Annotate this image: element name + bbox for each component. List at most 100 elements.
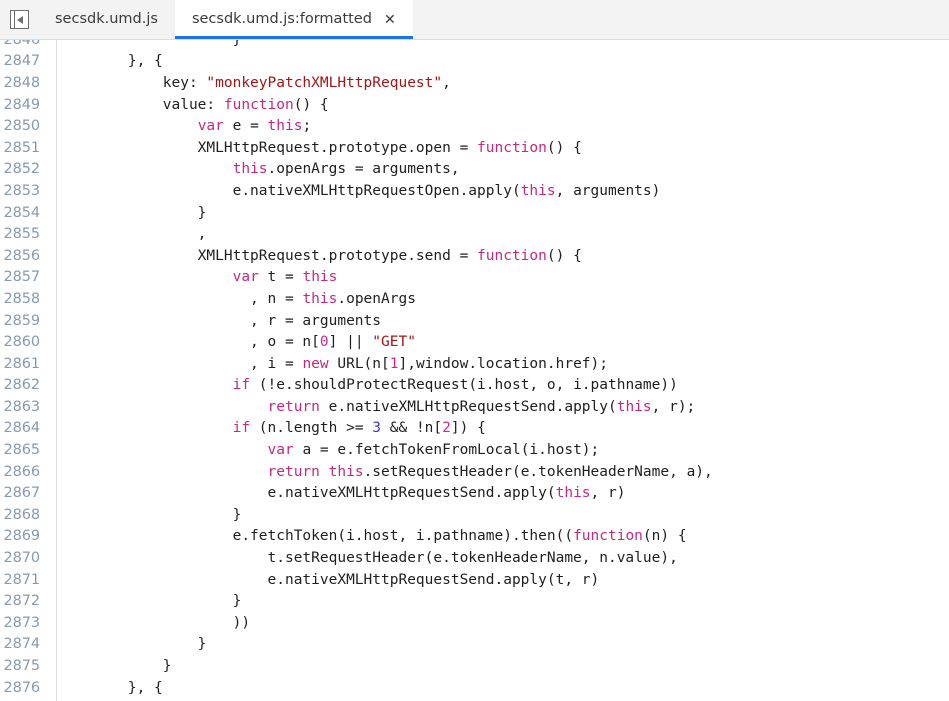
code-token: this (617, 399, 652, 415)
code-token: .openArgs (337, 291, 416, 307)
code-text[interactable]: )) (48, 615, 250, 631)
line-number: 2855 (0, 226, 48, 242)
code-text[interactable]: if (!e.shouldProtectRequest(i.host, o, i… (48, 377, 678, 393)
code-text[interactable]: var e = this; (48, 118, 311, 134)
code-text[interactable]: }, { (48, 53, 163, 69)
code-text[interactable]: this.openArgs = arguments, (48, 161, 460, 177)
code-line[interactable]: 2871 e.nativeXMLHttpRequestSend.apply(t,… (0, 569, 949, 591)
code-line[interactable]: 2848 key: "monkeyPatchXMLHttpRequest", (0, 72, 949, 94)
tab-label: secsdk.umd.js (55, 12, 158, 27)
code-token: }, { (58, 53, 163, 69)
tab-active-1[interactable]: secsdk.umd.js:formatted ✕ (175, 0, 413, 39)
line-number: 2846 (0, 40, 48, 48)
line-number: 2867 (0, 485, 48, 501)
code-token: e.nativeXMLHttpRequestSend.apply( (58, 485, 556, 501)
code-line[interactable]: 2849 value: function() { (0, 94, 949, 116)
code-text[interactable]: if (n.length >= 3 && !n[2]) { (48, 420, 486, 436)
code-line[interactable]: 2851 XMLHttpRequest.prototype.open = fun… (0, 137, 949, 159)
code-token: , r) (591, 485, 626, 501)
tab-label: secsdk.umd.js:formatted (192, 12, 372, 27)
code-token: )) (58, 615, 250, 631)
code-line[interactable]: 2855 , (0, 223, 949, 245)
code-text[interactable]: , n = this.openArgs (48, 291, 416, 307)
code-line[interactable]: 2873 )) (0, 612, 949, 634)
code-text[interactable]: , i = new URL(n[1],window.location.href)… (48, 356, 608, 372)
code-line[interactable]: 2850 var e = this; (0, 115, 949, 137)
code-text[interactable]: , o = n[0] || "GET" (48, 334, 416, 350)
line-number: 2861 (0, 356, 48, 372)
code-line[interactable]: 2869 e.fetchToken(i.host, i.pathname).th… (0, 526, 949, 548)
code-text[interactable]: return this.setRequestHeader(e.tokenHead… (48, 464, 713, 480)
code-line[interactable]: 2857 var t = this (0, 267, 949, 289)
code-line[interactable]: 2846 } (0, 40, 949, 51)
code-text[interactable]: e.nativeXMLHttpRequestOpen.apply(this, a… (48, 183, 660, 199)
code-line[interactable]: 2860 , o = n[0] || "GET" (0, 331, 949, 353)
code-line[interactable]: 2852 this.openArgs = arguments, (0, 159, 949, 181)
line-number: 2864 (0, 420, 48, 436)
code-text[interactable]: value: function() { (48, 97, 329, 113)
code-line[interactable]: 2866 return this.setRequestHeader(e.toke… (0, 461, 949, 483)
code-line[interactable]: 2853 e.nativeXMLHttpRequestOpen.apply(th… (0, 180, 949, 202)
code-editor[interactable]: 2846 }2847 }, {2848 key: "monkeyPatchXML… (0, 40, 949, 701)
code-token: value: (58, 97, 224, 113)
code-line[interactable]: 2862 if (!e.shouldProtectRequest(i.host,… (0, 375, 949, 397)
code-text[interactable]: var a = e.fetchTokenFromLocal(i.host); (48, 442, 599, 458)
code-text[interactable]: var t = this (48, 269, 337, 285)
code-text[interactable]: } (48, 593, 241, 609)
code-line[interactable]: 2870 t.setRequestHeader(e.tokenHeaderNam… (0, 547, 949, 569)
code-text[interactable]: key: "monkeyPatchXMLHttpRequest", (48, 75, 451, 91)
code-token: 3 (372, 420, 381, 436)
code-token: var (233, 269, 259, 285)
code-text[interactable]: } (48, 507, 241, 523)
code-token: , arguments) (556, 183, 661, 199)
code-scroll-area[interactable]: 2846 }2847 }, {2848 key: "monkeyPatchXML… (0, 40, 949, 701)
code-token: , (58, 226, 206, 242)
code-token: (n) { (643, 528, 687, 544)
code-line[interactable]: 2875 } (0, 655, 949, 677)
code-text[interactable]: } (48, 205, 206, 221)
code-line[interactable]: 2861 , i = new URL(n[1],window.location.… (0, 353, 949, 375)
code-line[interactable]: 2876 }, { (0, 677, 949, 699)
code-line[interactable]: 2865 var a = e.fetchTokenFromLocal(i.hos… (0, 439, 949, 461)
code-line[interactable]: 2872 } (0, 590, 949, 612)
code-text[interactable]: , r = arguments (48, 313, 381, 329)
code-text[interactable]: } (48, 636, 206, 652)
code-token: } (58, 658, 172, 674)
code-text[interactable]: , (48, 226, 206, 242)
panel-collapse-button[interactable] (0, 0, 38, 39)
code-token: function (477, 248, 547, 264)
code-text[interactable]: e.nativeXMLHttpRequestSend.apply(this, r… (48, 485, 625, 501)
code-text[interactable]: e.nativeXMLHttpRequestSend.apply(t, r) (48, 572, 599, 588)
code-line[interactable]: 2864 if (n.length >= 3 && !n[2]) { (0, 418, 949, 440)
line-number: 2871 (0, 572, 48, 588)
code-text[interactable]: t.setRequestHeader(e.tokenHeaderName, n.… (48, 550, 678, 566)
code-token: t.setRequestHeader(e.tokenHeaderName, n.… (58, 550, 678, 566)
line-number: 2856 (0, 248, 48, 264)
code-line[interactable]: 2859 , r = arguments (0, 310, 949, 332)
code-line[interactable]: 2856 XMLHttpRequest.prototype.send = fun… (0, 245, 949, 267)
code-line[interactable]: 2858 , n = this.openArgs (0, 288, 949, 310)
code-line[interactable]: 2868 } (0, 504, 949, 526)
code-line[interactable]: 2867 e.nativeXMLHttpRequestSend.apply(th… (0, 482, 949, 504)
code-line[interactable]: 2847 }, { (0, 51, 949, 73)
code-line[interactable]: 2863 return e.nativeXMLHttpRequestSend.a… (0, 396, 949, 418)
tab-close-icon[interactable]: ✕ (384, 13, 396, 27)
code-line[interactable]: 2854 } (0, 202, 949, 224)
code-token: this (233, 161, 268, 177)
code-text[interactable]: XMLHttpRequest.prototype.open = function… (48, 140, 582, 156)
code-token: this (521, 183, 556, 199)
code-text[interactable]: XMLHttpRequest.prototype.send = function… (48, 248, 582, 264)
code-text[interactable]: e.fetchToken(i.host, i.pathname).then((f… (48, 528, 687, 544)
code-token: "monkeyPatchXMLHttpRequest" (206, 75, 442, 91)
line-number: 2862 (0, 377, 48, 393)
code-text[interactable]: return e.nativeXMLHttpRequestSend.apply(… (48, 399, 695, 415)
code-token (320, 464, 329, 480)
code-text[interactable]: } (48, 658, 172, 674)
tab-inactive-0[interactable]: secsdk.umd.js (38, 0, 175, 39)
line-number: 2873 (0, 615, 48, 631)
code-text[interactable]: }, { (48, 680, 163, 696)
panel-collapse-left-icon (10, 10, 29, 29)
code-line[interactable]: 2874 } (0, 634, 949, 656)
code-token (58, 420, 233, 436)
code-text[interactable]: } (48, 40, 241, 48)
